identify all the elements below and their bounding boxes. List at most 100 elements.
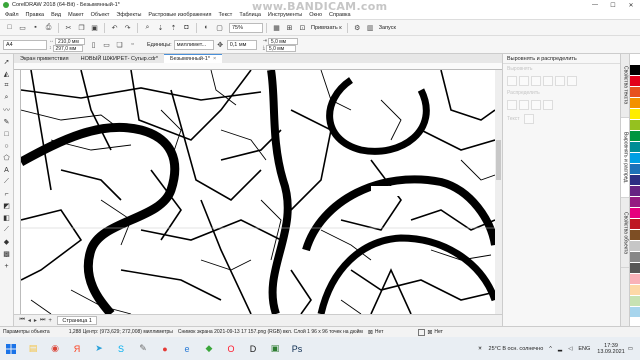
shape-tool-icon[interactable]: ◭ (1, 69, 12, 80)
distribute-spacing-icon[interactable] (543, 100, 553, 110)
redo-icon[interactable]: ↷ (123, 23, 133, 33)
connector-tool-icon[interactable]: ⌐ (1, 189, 12, 200)
corel-connect-icon[interactable]: ◐ (202, 23, 212, 33)
zoom-tool-icon[interactable]: ⌕ (1, 93, 12, 104)
units-select[interactable]: миллимет... (173, 39, 214, 50)
menu-layout[interactable]: Макет (68, 12, 84, 18)
first-page-icon[interactable]: ⏮ (20, 317, 25, 324)
parallel-dimension-icon[interactable]: ⟋ (1, 177, 12, 188)
menu-file[interactable]: Файл (5, 12, 19, 18)
color-swatch[interactable] (630, 175, 640, 186)
landscape-icon[interactable]: ▭ (102, 40, 112, 50)
color-swatch[interactable] (630, 241, 640, 252)
color-swatch[interactable] (630, 230, 640, 241)
options-gear-icon[interactable]: ⚙ (352, 23, 362, 33)
color-swatch[interactable] (630, 252, 640, 263)
nudge-distance-field[interactable]: 0,1 мм (226, 39, 257, 50)
distribute-left-icon[interactable] (507, 100, 517, 110)
new-document-icon[interactable]: □ (5, 23, 15, 33)
vertical-ruler[interactable] (14, 70, 21, 314)
color-swatch[interactable] (630, 208, 640, 219)
color-swatch[interactable] (630, 153, 640, 164)
menu-text[interactable]: Текст (218, 12, 232, 18)
color-swatch[interactable] (630, 263, 640, 274)
windows-start-button[interactable] (0, 337, 22, 360)
d-app-icon[interactable]: D (244, 340, 262, 358)
menu-object[interactable]: Объект (91, 12, 110, 18)
align-middle-icon[interactable] (555, 76, 565, 86)
artistic-media-icon[interactable]: ✎ (1, 117, 12, 128)
transparency-tool-icon[interactable]: ◧ (1, 213, 12, 224)
edge-icon[interactable]: e (178, 340, 196, 358)
weather-status[interactable]: 25°C В осн. солнечно (489, 346, 544, 352)
current-page-icon[interactable]: ▫ (128, 40, 138, 50)
yandex-icon[interactable]: Я (68, 340, 86, 358)
print-icon[interactable]: ⎙ (44, 23, 54, 33)
align-center-icon[interactable] (519, 76, 529, 86)
page-tab[interactable]: Страница 1 (57, 316, 97, 325)
text-align-icon[interactable] (523, 114, 534, 124)
close-button[interactable]: ✕ (622, 0, 640, 10)
volume-icon[interactable]: ◁ (568, 346, 572, 352)
application-launcher-icon[interactable]: ▥ (365, 23, 375, 33)
object-properties-label[interactable]: Параметры объекта (3, 329, 50, 335)
menu-effects[interactable]: Эффекты (116, 12, 141, 18)
align-bottom-icon[interactable] (567, 76, 577, 86)
save-icon[interactable]: ▪ (31, 23, 41, 33)
gallery-icon[interactable]: ▣ (266, 340, 284, 358)
menu-table[interactable]: Таблица (239, 12, 261, 18)
menu-bitmaps[interactable]: Растровые изображения (148, 12, 211, 18)
crop-tool-icon[interactable]: ⌗ (1, 81, 12, 92)
opera-icon[interactable]: O (222, 340, 240, 358)
add-tool-icon[interactable]: + (1, 261, 12, 272)
language-indicator[interactable]: ENG (578, 346, 590, 352)
menu-tools[interactable]: Инструменты (268, 12, 302, 18)
color-swatch[interactable] (630, 109, 640, 120)
color-swatch[interactable] (630, 274, 640, 285)
weather-icon[interactable]: ☀ (478, 346, 483, 352)
grid-icon[interactable]: ⊡ (298, 23, 308, 33)
color-swatch[interactable] (630, 164, 640, 175)
drawing-canvas[interactable] (21, 70, 495, 314)
menu-window[interactable]: Окно (309, 12, 322, 18)
color-swatch[interactable] (630, 197, 640, 208)
ps-icon[interactable]: Ps (288, 340, 306, 358)
taskbar-clock[interactable]: 17:39 13.09.2021 (597, 343, 625, 355)
rulers-icon[interactable]: ⊞ (285, 23, 295, 33)
color-swatch[interactable] (630, 87, 640, 98)
menu-view[interactable]: Вид (51, 12, 61, 18)
fullscreen-icon[interactable]: ▢ (215, 23, 225, 33)
open-folder-icon[interactable]: ▭ (18, 23, 28, 33)
tab-welcome-screen[interactable]: Экран приветствия (14, 54, 75, 63)
color-swatch[interactable] (630, 65, 640, 76)
color-swatch[interactable] (630, 285, 640, 296)
color-swatch[interactable] (630, 219, 640, 230)
scrollbar-thumb[interactable] (496, 140, 501, 180)
notifications-icon[interactable]: ▭ (628, 346, 633, 352)
launch-dropdown[interactable]: Запуск (379, 25, 396, 31)
export-icon[interactable]: ⇡ (169, 23, 179, 33)
color-swatch[interactable] (630, 296, 640, 307)
color-swatch[interactable] (630, 131, 640, 142)
minimize-button[interactable]: — (586, 0, 604, 10)
file-explorer-icon[interactable]: ▤ (24, 340, 42, 358)
close-tab-icon[interactable]: × (213, 56, 216, 62)
drop-shadow-icon[interactable]: ◩ (1, 201, 12, 212)
page-height-field[interactable]: 297,0 мм (52, 44, 83, 52)
color-swatch[interactable] (630, 307, 640, 318)
copy-icon[interactable]: ❐ (77, 23, 87, 33)
menu-help[interactable]: Справка (329, 12, 351, 18)
duplicate-y-field[interactable]: 5,0 мм (265, 44, 296, 52)
last-page-icon[interactable]: ⏭ (40, 317, 45, 324)
eyedropper-tool-icon[interactable]: ⟋ (1, 225, 12, 236)
text-tool-icon[interactable]: A (1, 165, 12, 176)
color-swatch[interactable] (630, 120, 640, 131)
horizontal-ruler[interactable] (14, 63, 502, 70)
color-swatch[interactable] (630, 186, 640, 197)
all-pages-icon[interactable]: ❏ (115, 40, 125, 50)
chrome-icon[interactable]: ◉ (46, 340, 64, 358)
search-content-icon[interactable]: ⌕ (143, 23, 153, 33)
undo-icon[interactable]: ↶ (110, 23, 120, 33)
maximize-button[interactable]: ☐ (604, 0, 622, 10)
color-swatch[interactable] (630, 142, 640, 153)
